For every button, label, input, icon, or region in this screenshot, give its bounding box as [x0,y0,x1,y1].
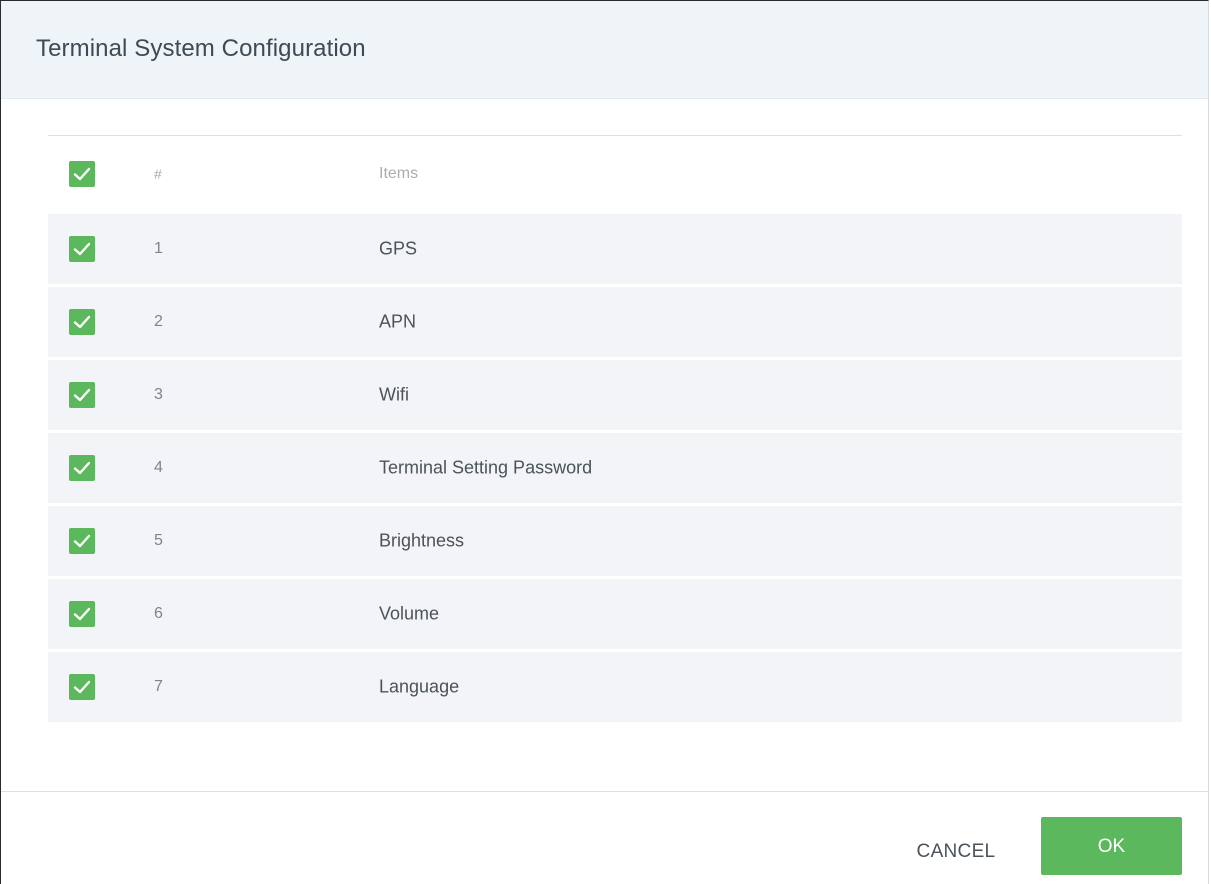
table-row: 7 Language [48,652,1182,722]
row-item-label: Brightness [379,530,465,551]
column-header-items: Items [379,164,419,182]
row-checkbox[interactable] [69,674,95,700]
row-item-label: Terminal Setting Password [379,457,593,478]
check-icon [73,315,91,329]
row-number: 7 [154,678,163,695]
select-all-checkbox[interactable] [69,160,95,187]
row-number: 4 [154,459,163,476]
footer-divider [1,791,1208,792]
row-checkbox[interactable] [69,309,95,335]
row-number: 2 [154,313,163,330]
check-icon [73,607,91,621]
row-checkbox[interactable] [69,528,95,554]
row-number: 5 [154,532,163,549]
dialog-header: Terminal System Configuration [1,1,1208,99]
dialog-title: Terminal System Configuration [36,35,366,62]
row-item-label: GPS [379,238,418,259]
row-checkbox[interactable] [69,236,95,262]
row-checkbox[interactable] [69,601,95,627]
row-item-label: Wifi [379,384,409,405]
row-number: 6 [154,605,163,622]
table-row: 5 Brightness [48,506,1182,576]
check-icon [73,242,91,256]
ok-button[interactable]: OK [1041,817,1182,875]
row-number: 3 [154,386,163,403]
check-icon [73,388,91,402]
row-checkbox[interactable] [69,455,95,481]
column-header-number: # [154,165,162,182]
table-row: 1 GPS [48,214,1182,284]
cancel-button[interactable]: CANCEL [901,829,1011,873]
terminal-config-dialog: Terminal System Configuration # Items 1 … [0,0,1209,884]
check-icon [73,461,91,475]
table-header-row: # Items [48,136,1182,211]
row-checkbox[interactable] [69,382,95,408]
row-number: 1 [154,240,163,257]
row-item-label: Volume [379,603,440,624]
check-icon [73,534,91,548]
row-item-label: APN [379,311,417,332]
items-table: # Items 1 GPS 2 APN 3 Wifi 4 Terminal Se… [48,135,1182,722]
table-row: 2 APN [48,287,1182,357]
table-row: 4 Terminal Setting Password [48,433,1182,503]
check-icon [73,680,91,694]
row-item-label: Language [379,676,460,697]
table-row: 3 Wifi [48,360,1182,430]
check-icon [73,167,91,180]
table-row: 6 Volume [48,579,1182,649]
